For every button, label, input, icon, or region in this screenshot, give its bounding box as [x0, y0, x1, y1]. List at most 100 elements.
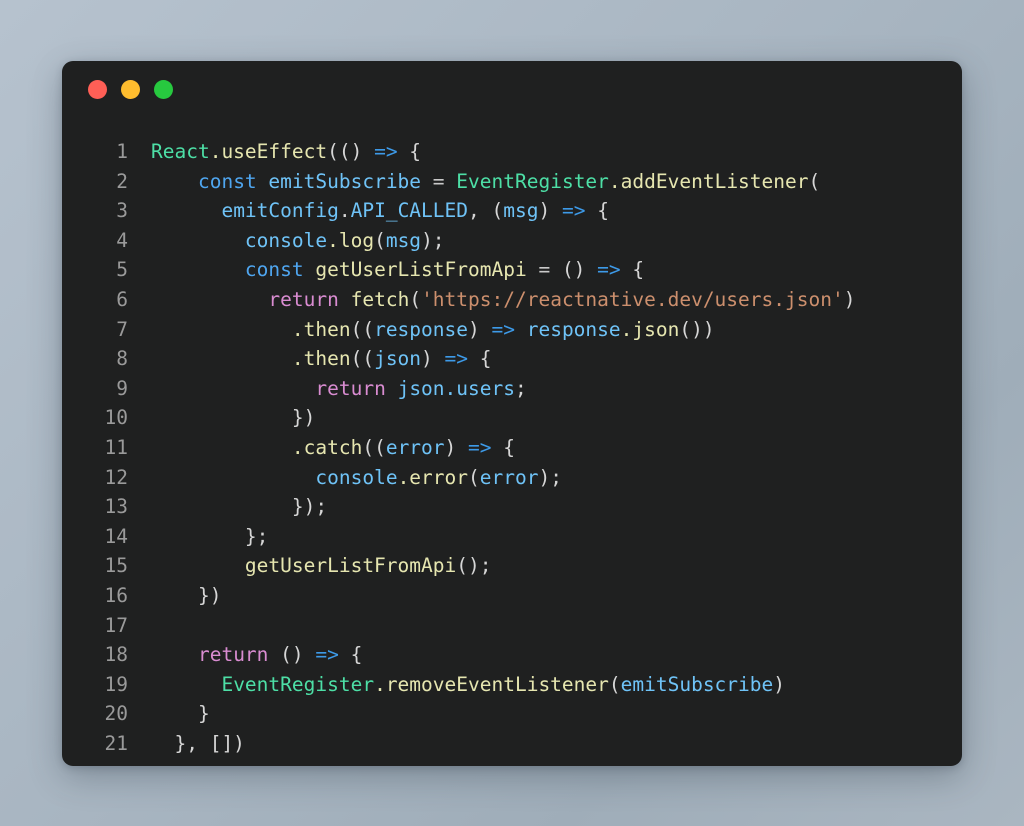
code-token: { — [338, 643, 363, 667]
code-token: }, []) — [151, 731, 245, 755]
code-token: error — [385, 435, 445, 459]
code-token: (); — [456, 554, 492, 578]
code-line[interactable]: return json.users; — [151, 374, 962, 404]
code-token: ()) — [679, 317, 715, 341]
code-line[interactable]: }, []) — [151, 729, 962, 759]
code-token: => — [444, 347, 469, 371]
code-line[interactable]: return fetch('https://reactnative.dev/us… — [151, 285, 962, 315]
window-title-bar[interactable] — [62, 61, 962, 117]
code-line[interactable]: EventRegister.removeEventListener(emitSu… — [151, 670, 962, 700]
code-token: msg — [385, 228, 422, 252]
code-token: () — [268, 643, 316, 667]
line-number: 20 — [104, 702, 128, 726]
code-line[interactable]: .then((response) => response.json()) — [151, 315, 962, 345]
code-token: }; — [151, 524, 269, 548]
code-token: (( — [350, 317, 375, 341]
code-line[interactable]: console.error(error); — [151, 463, 962, 493]
code-line[interactable]: console.log(msg); — [151, 226, 962, 256]
maximize-dot-icon[interactable] — [154, 79, 173, 99]
code-token: ( — [468, 465, 480, 489]
code-token: getUserListFromApi — [315, 258, 527, 282]
code-token: getUserListFromApi — [244, 554, 457, 578]
code-token: { — [585, 199, 609, 223]
code-token: => — [491, 317, 515, 341]
code-token: .users — [444, 376, 515, 400]
code-token: fetch — [350, 287, 410, 311]
line-number: 5 — [116, 258, 128, 282]
code-line[interactable]: .catch((error) => { — [151, 433, 962, 463]
code-token: (( — [362, 435, 386, 459]
code-token: }) — [151, 583, 222, 607]
code-token: ) — [421, 347, 445, 371]
code-token: EventRegister — [456, 169, 609, 193]
code-line[interactable]: } — [151, 699, 962, 729]
code-token: { — [491, 435, 515, 459]
line-number: 10 — [104, 406, 128, 430]
code-line[interactable]: }; — [151, 522, 962, 552]
code-token: console — [315, 465, 398, 489]
code-token: EventRegister — [221, 672, 375, 696]
code-token: .removeEventListener — [374, 672, 609, 696]
code-token: 'https://reactnative.dev/users.json' — [421, 287, 844, 311]
line-number: 17 — [104, 613, 128, 637]
code-content[interactable]: React.useEffect(() => { const emitSubscr… — [128, 117, 962, 758]
code-line[interactable]: return () => { — [151, 640, 962, 670]
code-token: json — [374, 347, 422, 371]
line-number: 21 — [104, 731, 128, 755]
code-line[interactable]: React.useEffect(() => { — [151, 137, 962, 167]
code-line[interactable]: }) — [151, 581, 962, 611]
code-token: msg — [503, 199, 539, 223]
code-token: emitSubscribe — [620, 672, 774, 696]
code-line[interactable] — [151, 611, 962, 641]
code-line[interactable]: emitConfig.API_CALLED, (msg) => { — [151, 196, 962, 226]
code-token: API_CALLED — [350, 199, 469, 223]
code-line[interactable]: }); — [151, 492, 962, 522]
code-line[interactable]: getUserListFromApi(); — [151, 551, 962, 581]
code-token: ) — [468, 317, 492, 341]
code-token: ; — [515, 376, 527, 400]
line-number: 15 — [104, 554, 128, 578]
code-token: .then — [291, 317, 351, 341]
code-token: response — [526, 317, 621, 341]
close-dot-icon[interactable] — [88, 79, 107, 99]
code-token: .addEventListener — [608, 169, 809, 193]
code-line[interactable]: const getUserListFromApi = () => { — [151, 255, 962, 285]
code-token: () — [550, 258, 598, 282]
code-token: { — [620, 258, 645, 282]
code-token: .error — [397, 465, 469, 489]
code-line[interactable]: const emitSubscribe = EventRegister.addE… — [151, 167, 962, 197]
code-token: => — [468, 435, 492, 459]
code-token: { — [468, 347, 492, 371]
code-line[interactable]: .then((json) => { — [151, 344, 962, 374]
code-token: return — [268, 287, 339, 311]
code-token: ) — [773, 672, 786, 696]
code-line[interactable]: }) — [151, 403, 962, 433]
code-token: const — [244, 258, 304, 282]
code-token: ); — [538, 465, 562, 489]
code-token: emitSubscribe — [268, 169, 422, 193]
code-token: ) — [843, 287, 856, 311]
traffic-light-controls — [88, 79, 173, 99]
line-number: 6 — [116, 287, 128, 311]
line-number: 1 — [116, 140, 128, 163]
code-token: ) — [538, 199, 562, 223]
line-number: 8 — [116, 347, 128, 371]
line-number-gutter: 1 2 3 4 5 6 7 8 9 10 11 12 13 14 15 16 17 18 19 20 21 — [62, 117, 128, 758]
code-token: React — [151, 140, 210, 163]
line-number: 18 — [104, 643, 128, 667]
code-token: ) — [444, 435, 469, 459]
code-token: ) — [350, 140, 375, 163]
code-token: ); — [421, 228, 445, 252]
minimize-dot-icon[interactable] — [121, 79, 140, 99]
